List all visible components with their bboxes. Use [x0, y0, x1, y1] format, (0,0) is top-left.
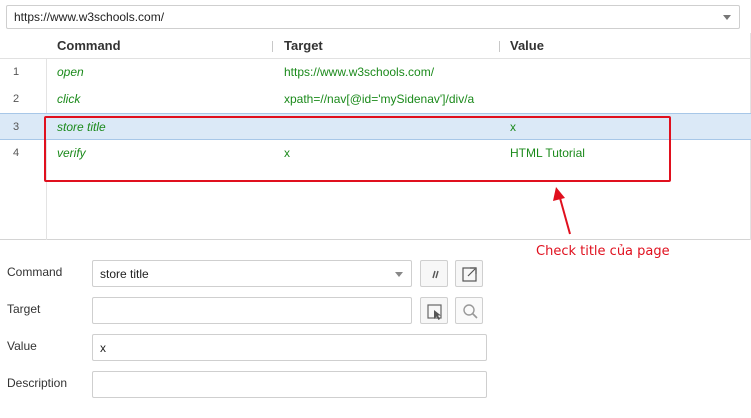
select-target-button[interactable]: [420, 297, 448, 324]
find-target-button[interactable]: [455, 297, 483, 324]
open-reference-button[interactable]: [455, 260, 483, 287]
comment-toggle-icon: [432, 270, 439, 279]
command-value: store title: [100, 267, 149, 281]
value-value: x: [100, 341, 106, 355]
select-target-icon: [427, 304, 442, 320]
description-label: Description: [7, 376, 68, 390]
value-input[interactable]: x: [92, 334, 487, 361]
description-input[interactable]: [92, 371, 487, 398]
command-label: Command: [7, 265, 63, 279]
chevron-down-icon[interactable]: [395, 272, 403, 277]
annotation-text: Check title của page: [536, 244, 670, 259]
command-combobox[interactable]: store title: [92, 260, 412, 287]
value-label: Value: [7, 339, 37, 353]
open-external-icon: [462, 267, 477, 282]
target-input[interactable]: [92, 297, 412, 324]
search-icon: [463, 304, 478, 319]
toggle-comment-button[interactable]: [420, 260, 448, 287]
target-label: Target: [7, 302, 41, 316]
